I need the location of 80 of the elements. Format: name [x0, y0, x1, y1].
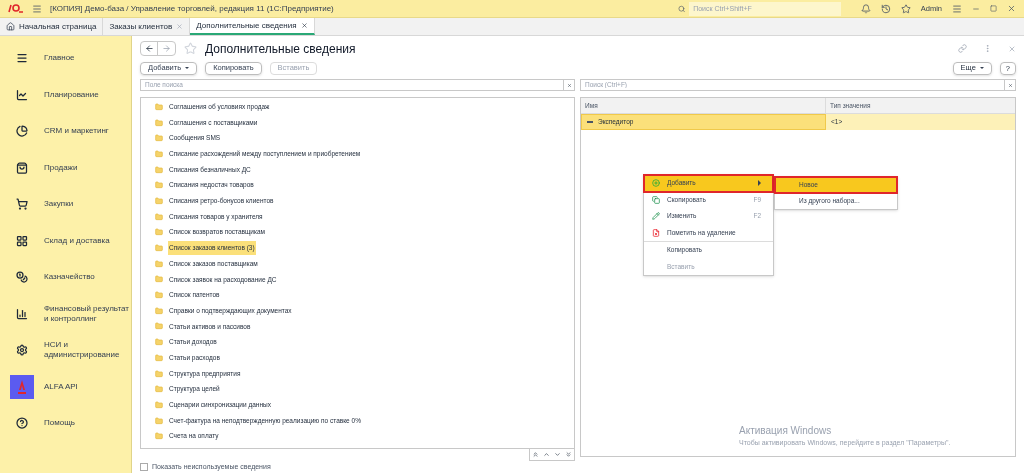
- sidebar-item[interactable]: Закупки: [44, 199, 131, 210]
- star-icon[interactable]: [900, 3, 911, 14]
- chart-line-icon: [16, 88, 28, 101]
- folder-icon: [155, 228, 163, 237]
- more-icon[interactable]: [983, 44, 992, 53]
- folder-icon: [155, 134, 163, 143]
- coins-icon: [16, 271, 28, 284]
- folder-icon: [155, 118, 163, 127]
- home-icon: [6, 22, 15, 31]
- folder-icon: [155, 400, 163, 409]
- sidebar-item[interactable]: Главное: [44, 53, 131, 64]
- help-icon: [16, 417, 28, 430]
- clear-button[interactable]: [1005, 79, 1016, 91]
- folder-icon: [155, 291, 163, 300]
- folder-icon: [155, 102, 163, 111]
- pencil-icon: [652, 212, 660, 221]
- sidebar-item[interactable]: CRM и маркетинг: [44, 126, 131, 137]
- sidebar-item[interactable]: Помощь: [44, 418, 131, 429]
- sidebar-item[interactable]: Планирование: [44, 89, 131, 100]
- os-notice-title: Активация Windows: [739, 423, 833, 438]
- search-icon: [677, 4, 686, 13]
- close-icon[interactable]: [176, 23, 184, 30]
- settings-icon: [16, 344, 28, 357]
- folder-icon: [155, 259, 163, 268]
- folder-icon: [155, 369, 163, 378]
- plus-circle-icon: [652, 179, 660, 188]
- folder-icon: [155, 149, 163, 158]
- sidebar-item[interactable]: НСИ и администрирование: [44, 340, 131, 361]
- form-title: Дополнительные сведения: [205, 40, 356, 58]
- folder-icon: [155, 306, 163, 315]
- folder-icon: [155, 181, 163, 190]
- arrow-right-icon: [162, 44, 171, 53]
- last-icon[interactable]: [563, 449, 574, 460]
- close-icon: [1007, 82, 1013, 88]
- caret-icon: [979, 67, 984, 69]
- folder-icon: [155, 244, 163, 253]
- sidebar-item[interactable]: Склад и доставка: [44, 235, 131, 246]
- pie-chart-icon: [16, 125, 28, 138]
- logo-icon: [10, 374, 34, 399]
- clear-button[interactable]: [564, 79, 575, 91]
- close-icon[interactable]: [300, 22, 308, 29]
- cart-icon: [16, 198, 28, 211]
- sidebar-item[interactable]: ALFA API: [44, 381, 131, 392]
- folder-icon: [155, 212, 163, 221]
- folder-icon: [155, 353, 163, 362]
- minus-icon: [587, 121, 593, 123]
- close-icon: [566, 82, 572, 88]
- caret-icon: [185, 67, 190, 69]
- bell-icon[interactable]: [860, 3, 871, 14]
- copy-icon: [652, 195, 660, 204]
- folder-icon: [155, 385, 163, 394]
- menu-icon[interactable]: [32, 3, 42, 14]
- bag-icon: [16, 161, 28, 174]
- list-icon: [16, 52, 28, 65]
- sidebar-item[interactable]: Финансовый результат и контроллинг: [44, 303, 131, 324]
- folder-icon: [155, 196, 163, 205]
- close-icon[interactable]: [1007, 4, 1016, 13]
- grid-icon: [16, 234, 28, 247]
- restore-icon[interactable]: [990, 5, 997, 12]
- folder-icon: [155, 432, 163, 441]
- sidebar-item[interactable]: Казначейство: [44, 272, 131, 283]
- folder-icon: [155, 165, 163, 174]
- folder-icon: [155, 338, 163, 347]
- close-icon[interactable]: [1008, 44, 1016, 53]
- first-icon[interactable]: [530, 449, 541, 460]
- arrow-left-icon: [144, 44, 154, 53]
- menu-icon[interactable]: [952, 3, 962, 14]
- tab[interactable]: Дополнительные сведения: [190, 18, 315, 35]
- delete-icon: [652, 228, 660, 237]
- logo-icon: [8, 4, 24, 13]
- window-title: [КОПИЯ] Демо-база / Управление торговлей, редакция 11 (1С:Предприятие): [50, 2, 334, 15]
- checkbox[interactable]: [140, 463, 148, 472]
- history-icon[interactable]: [880, 3, 891, 14]
- folder-icon: [155, 322, 163, 331]
- link-icon[interactable]: [958, 44, 967, 53]
- folder-icon: [155, 275, 163, 284]
- tab[interactable]: Начальная страница: [0, 18, 104, 35]
- bar-chart-icon: [16, 307, 28, 320]
- folder-icon: [155, 416, 163, 425]
- sidebar-item[interactable]: Продажи: [44, 162, 131, 173]
